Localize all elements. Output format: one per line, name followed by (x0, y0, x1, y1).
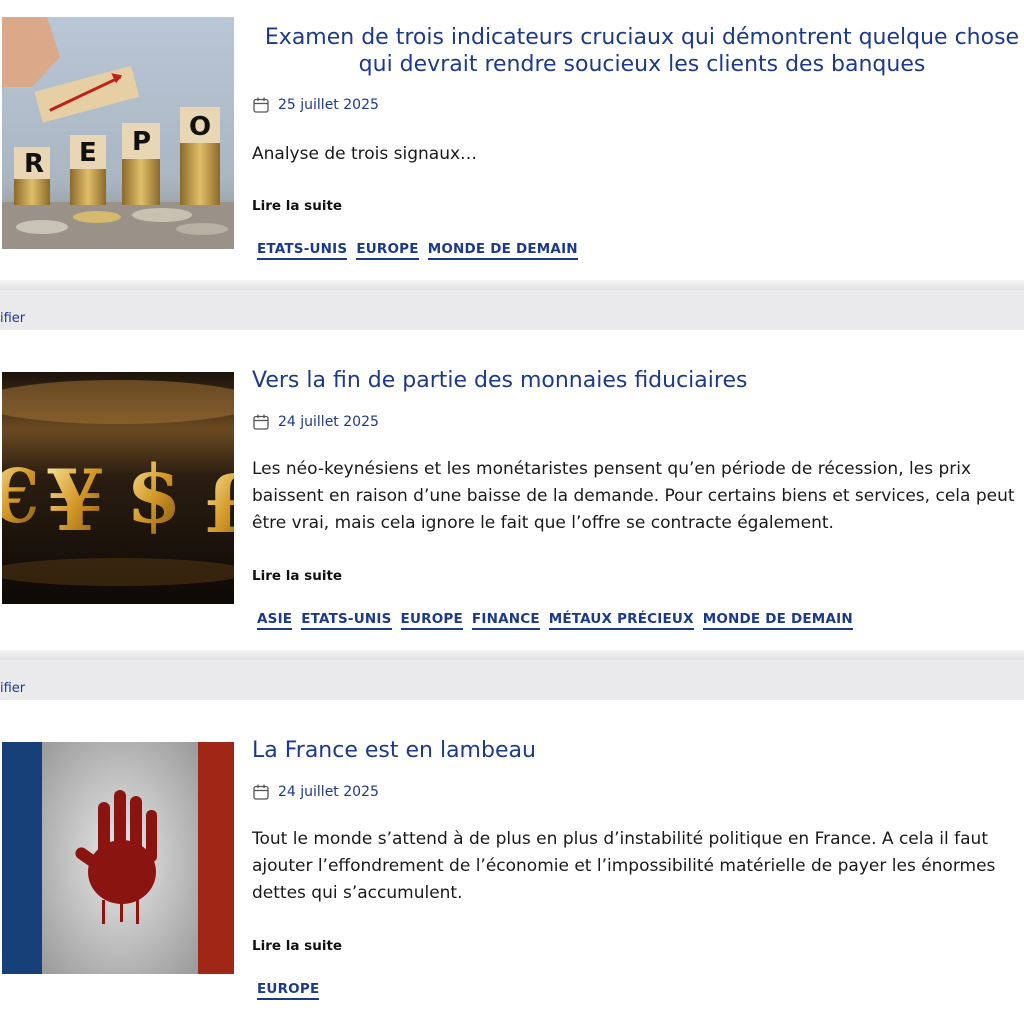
tag-link[interactable]: EUROPE (356, 241, 419, 260)
post-separator: ifier (0, 280, 1024, 330)
post-tags: ASIE ETATS-UNIS EUROPE FINANCE MÉTAUX PR… (257, 611, 853, 630)
tag-link[interactable]: ETATS-UNIS (257, 241, 348, 260)
post-separator: ifier (0, 650, 1024, 700)
post-date-text: 24 juillet 2025 (278, 784, 379, 800)
post-date: 25 juillet 2025 (252, 96, 379, 114)
post-thumbnail[interactable] (2, 742, 234, 974)
post-date: 24 juillet 2025 (252, 783, 379, 801)
edit-link[interactable]: ifier (0, 681, 25, 696)
post-excerpt: Les néo-keynésiens et les monétaristes p… (252, 459, 1015, 533)
post-excerpt: Tout le monde s’attend à de plus en plus… (252, 829, 996, 903)
svg-text:P: P (132, 127, 151, 157)
post-title[interactable]: La France est en lambeau (252, 737, 1022, 764)
tag-link[interactable]: ASIE (257, 611, 293, 630)
tag-link[interactable]: MONDE DE DEMAIN (427, 241, 578, 260)
post-date-text: 25 juillet 2025 (278, 97, 379, 113)
calendar-icon (253, 97, 269, 113)
post-date-text: 24 juillet 2025 (278, 414, 379, 430)
tag-link[interactable]: EUROPE (257, 981, 320, 1000)
tag-link[interactable]: FINANCE (471, 611, 540, 630)
post-date: 24 juillet 2025 (252, 413, 379, 431)
post-tags: EUROPE (257, 981, 320, 1000)
svg-text:£: £ (202, 457, 234, 551)
post-title[interactable]: Vers la fin de partie des monnaies fiduc… (252, 367, 1022, 394)
edit-link[interactable]: ifier (0, 311, 25, 326)
tag-link[interactable]: MONDE DE DEMAIN (702, 611, 853, 630)
svg-text:€: € (2, 454, 40, 540)
tag-link[interactable]: ETATS-UNIS (301, 611, 392, 630)
calendar-icon (253, 784, 269, 800)
post-thumbnail[interactable]: € ¥ $ £ (2, 372, 234, 604)
post-card: La France est en lambeau 24 juillet 2025… (0, 700, 1024, 1013)
post-excerpt: Analyse de trois signaux… (252, 144, 478, 164)
svg-text:O: O (189, 112, 211, 142)
read-more-link[interactable]: Lire la suite (252, 568, 342, 584)
svg-text:E: E (79, 138, 97, 168)
post-card: R E P O Examen de trois indicateurs cruc… (0, 0, 1024, 280)
svg-text:¥: ¥ (46, 451, 104, 550)
post-thumbnail[interactable]: R E P O (2, 17, 234, 249)
post-tags: ETATS-UNIS EUROPE MONDE DE DEMAIN (257, 241, 578, 260)
post-card: € ¥ $ £ Vers la fin de partie des monnai… (0, 330, 1024, 650)
read-more-link[interactable]: Lire la suite (252, 198, 342, 214)
tag-link[interactable]: EUROPE (400, 611, 463, 630)
calendar-icon (253, 414, 269, 430)
post-title[interactable]: Examen de trois indicateurs cruciaux qui… (262, 24, 1022, 78)
svg-text:$: $ (126, 447, 182, 541)
tag-link[interactable]: MÉTAUX PRÉCIEUX (548, 611, 694, 630)
read-more-link[interactable]: Lire la suite (252, 938, 342, 954)
svg-text:R: R (24, 149, 44, 179)
